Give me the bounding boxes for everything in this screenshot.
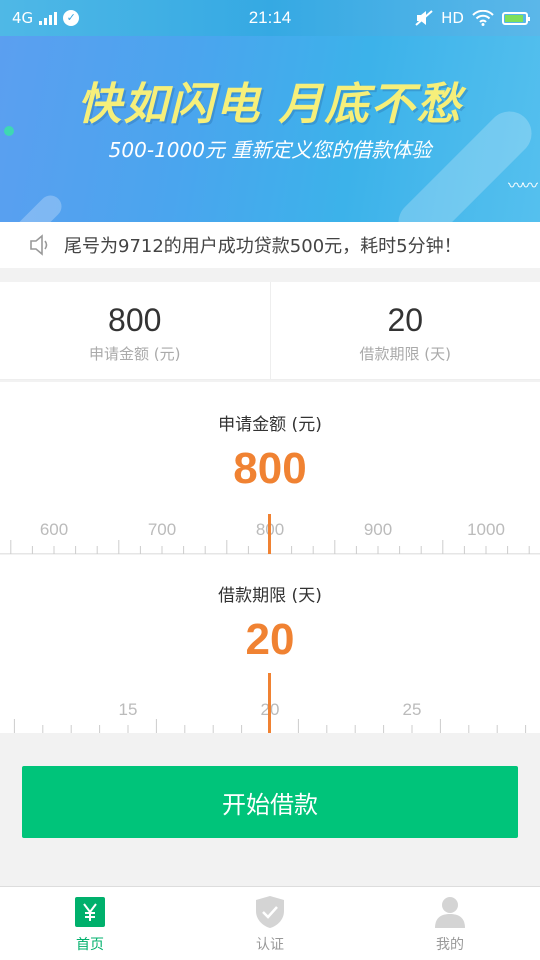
mute-icon [415, 10, 433, 26]
tab-profile-label: 我的 [436, 937, 464, 953]
amount-tick-label: 1000 [467, 520, 505, 539]
summary-amount-value: 800 [108, 302, 162, 338]
amount-slider-caption: 申请金额 (元) [218, 415, 322, 435]
summary-term-label: 借款期限 (天) [359, 345, 451, 363]
cta-area: 开始借款 [0, 733, 540, 873]
speaker-icon [30, 234, 48, 256]
amount-tick-label: 600 [39, 520, 69, 539]
summary-term: 20 借款期限 (天) [269, 282, 540, 379]
bottom-tab-bar: 首页 认证 我的 [0, 886, 540, 960]
amount-tick-label: 700 [147, 520, 177, 539]
term-tick-label: 25 [402, 700, 422, 719]
term-slider[interactable]: 借款期限 (天) 20 15 20 25 [0, 555, 540, 733]
wifi-icon [472, 10, 494, 26]
amount-slider[interactable]: 申请金额 (元) 800 600 700 800 900 1000 [0, 382, 540, 554]
amount-slider-value: 800 [233, 444, 307, 493]
amount-slider-handle[interactable] [268, 514, 271, 554]
banner-title: 快如闪电 月底不愁 [77, 79, 463, 130]
status-bar: 4G ✓ 21:14 HD [0, 0, 540, 36]
term-slider-caption: 借款期限 (天) [218, 586, 322, 606]
amount-tick-label: 900 [363, 520, 393, 539]
tab-verify[interactable]: 认证 [180, 887, 360, 960]
check-circle-icon: ✓ [63, 10, 80, 26]
shield-check-icon [253, 895, 287, 929]
user-icon [433, 895, 467, 929]
hd-label: HD [441, 9, 464, 27]
term-tick-label: 15 [118, 700, 138, 719]
start-loan-button[interactable]: 开始借款 [22, 766, 518, 838]
battery-icon [502, 11, 530, 25]
term-slider-value: 20 [245, 615, 295, 664]
promo-banner[interactable]: 〰〰 快如闪电 月底不愁 500-1000元 重新定义您的借款体验 [0, 36, 540, 222]
network-label: 4G [12, 9, 34, 27]
tab-home-label: 首页 [76, 937, 104, 953]
tab-home[interactable]: 首页 [0, 887, 180, 960]
yen-icon [73, 895, 107, 929]
notice-text: 尾号为9712的用户成功贷款500元，耗时5分钟！ [64, 236, 462, 257]
tab-verify-label: 认证 [256, 937, 284, 953]
summary-amount: 800 申请金额 (元) [0, 282, 270, 379]
summary-amount-label: 申请金额 (元) [89, 345, 181, 363]
clock: 21:14 [248, 8, 292, 27]
summary-term-value: 20 [387, 302, 424, 338]
tab-profile[interactable]: 我的 [360, 887, 540, 960]
banner-subtitle: 500-1000元 重新定义您的借款体验 [108, 138, 432, 162]
loan-summary: 800 申请金额 (元) 20 借款期限 (天) [0, 282, 540, 380]
decor-zigzag-icon: 〰〰 [507, 176, 538, 195]
term-slider-handle[interactable] [268, 673, 271, 733]
signal-icon [39, 11, 58, 25]
notice-bar: 尾号为9712的用户成功贷款500元，耗时5分钟！ [0, 222, 540, 268]
decor-shape [0, 190, 67, 222]
